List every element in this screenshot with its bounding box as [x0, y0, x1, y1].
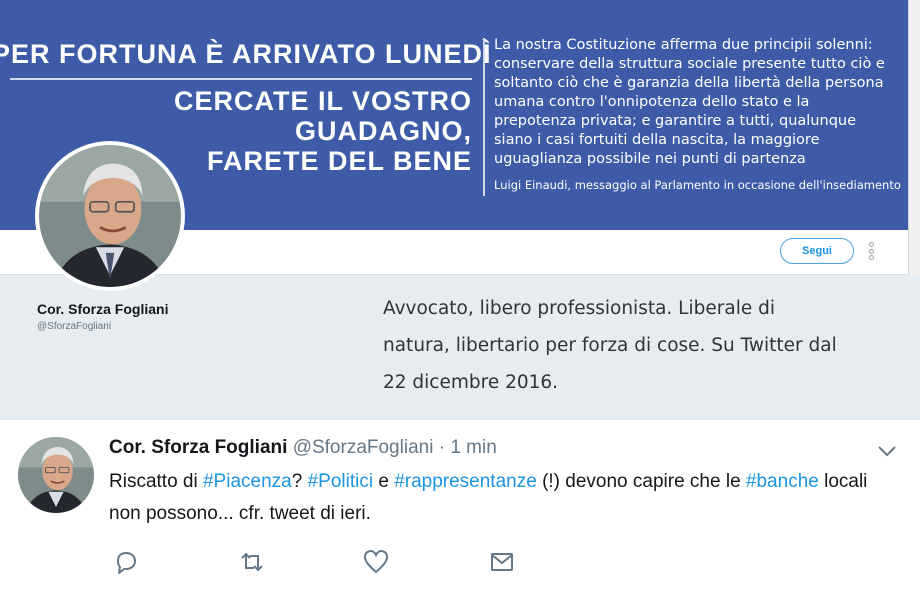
retweet-icon[interactable]	[238, 548, 266, 576]
banner-divider	[10, 78, 472, 80]
tweet-text-segment: (!) devono capire che le	[536, 471, 746, 492]
chevron-down-icon[interactable]	[876, 444, 898, 458]
banner-subtitle-line1: CERCATE IL VOSTRO GUADAGNO,	[173, 86, 472, 146]
tweet-separator: ·	[438, 437, 446, 458]
banner-title: PER FORTUNA È ARRIVATO LUNEDÌ	[0, 39, 492, 69]
avatar[interactable]	[35, 141, 185, 291]
banner-vertical-divider	[483, 38, 485, 196]
tweet-header: Cor. Sforza Fogliani @SforzaFogliani · 1…	[109, 437, 497, 459]
reply-icon[interactable]	[112, 548, 140, 576]
tweet-author-name[interactable]: Cor. Sforza Fogliani	[109, 437, 287, 458]
hashtag-link[interactable]: #rappresentanze	[394, 471, 537, 492]
profile-card: PER FORTUNA È ARRIVATO LUNEDÌ CERCATE IL…	[0, 0, 908, 416]
like-icon[interactable]	[362, 548, 390, 576]
profile-handle[interactable]: @SforzaFogliani	[37, 321, 111, 332]
tweet-author-handle[interactable]: @SforzaFogliani	[293, 437, 434, 458]
tweet-text-segment: Riscatto di	[109, 471, 203, 492]
tweet-text-segment: ?	[291, 471, 308, 492]
profile-bio: Avvocato, libero professionista. Liberal…	[383, 298, 837, 393]
banner-attribution: Luigi Einaudi, messaggio al Parlamento i…	[494, 178, 901, 192]
tweet-text: Riscatto di #Piacenza? #Politici e #rapp…	[109, 466, 869, 530]
tweet-actions	[112, 548, 532, 578]
tweet-text-segment: e	[373, 471, 395, 492]
profile-name[interactable]: Cor. Sforza Fogliani	[37, 301, 168, 317]
scrollbar[interactable]	[908, 0, 920, 276]
hashtag-link[interactable]: #banche	[746, 471, 819, 492]
more-vertical-icon[interactable]	[864, 242, 878, 260]
hashtag-link[interactable]: #Piacenza	[203, 471, 292, 492]
tweet-timestamp[interactable]: 1 min	[450, 437, 496, 458]
message-icon[interactable]	[488, 548, 516, 576]
follow-button[interactable]: Segui	[780, 238, 854, 264]
tweet-avatar[interactable]	[18, 437, 94, 513]
tweet-avatar-photo	[18, 437, 94, 513]
hashtag-link[interactable]: #Politici	[308, 471, 373, 492]
banner-quote: La nostra Costituzione afferma due princ…	[494, 37, 885, 167]
profile-photo	[39, 145, 181, 287]
tweet-card[interactable]: Cor. Sforza Fogliani @SforzaFogliani · 1…	[0, 420, 920, 596]
